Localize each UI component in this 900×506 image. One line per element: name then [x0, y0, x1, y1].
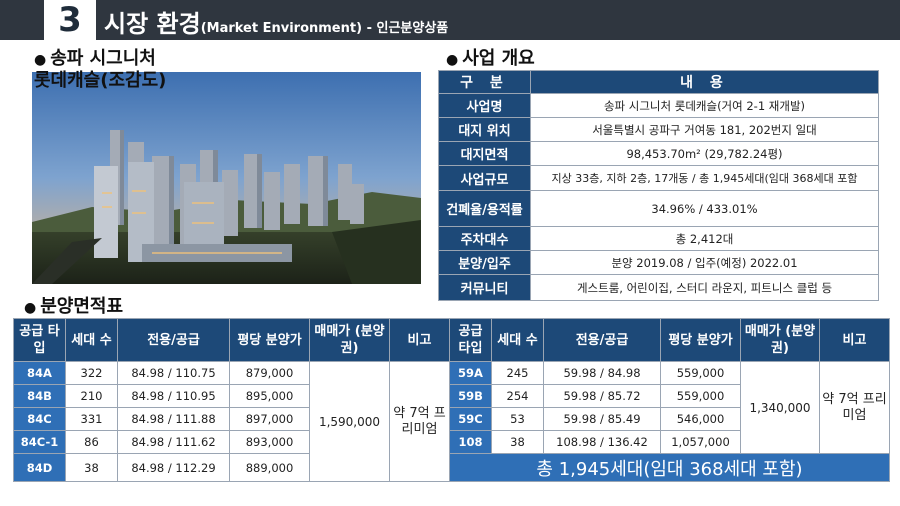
units-cell: 322 [65, 361, 118, 385]
units-cell: 254 [491, 384, 544, 408]
overview-header-content: 내 용 [530, 70, 879, 94]
price-cell: 895,000 [229, 384, 310, 408]
units-cell: 331 [65, 407, 118, 431]
units-cell: 245 [491, 361, 544, 385]
overview-header-category: 구 분 [438, 70, 531, 94]
overview-header-row: 구 분 내 용 [438, 70, 879, 94]
area-cell: 108.98 / 136.42 [543, 430, 661, 454]
header-price: 평당 분양가 [229, 318, 310, 362]
total-households-cell: 총 1,945세대(임대 368세대 포함) [449, 453, 890, 482]
overview-label: 사업명 [438, 93, 531, 118]
header-area: 전용/공급 [117, 318, 230, 362]
overview-title: 사업 개요 [462, 48, 535, 69]
area-cell: 59.98 / 85.72 [543, 384, 661, 408]
overview-value: 서울특별시 공파구 거여동 181, 202번지 일대 [530, 117, 879, 142]
units-cell: 53 [491, 407, 544, 431]
table-row: 84D 38 84.98 / 112.29 889,000 총 1,945세대(… [13, 453, 890, 482]
price-cell: 897,000 [229, 407, 310, 431]
overview-row: 사업명 송파 시그니처 롯데캐슬(거여 2-1 재개발) [438, 93, 879, 118]
premium-note-cell: 약 7억 프리미엄 [819, 361, 890, 454]
area-cell: 59.98 / 85.49 [543, 407, 661, 431]
overview-label: 대지 위치 [438, 117, 531, 142]
price-cell: 889,000 [229, 453, 310, 482]
type-cell: 108 [449, 430, 492, 454]
page-title-main: 시장 환경 [104, 10, 201, 38]
type-cell: 84A [13, 361, 66, 385]
overview-label: 커뮤니티 [438, 274, 531, 301]
overview-value: 송파 시그니처 롯데캐슬(거여 2-1 재개발) [530, 93, 879, 118]
area-cell: 84.98 / 111.88 [117, 407, 230, 431]
overview-row: 주차대수 총 2,412대 [438, 226, 879, 251]
title-bar: 3 시장 환경(Market Environment) - 인근분양상품 [0, 0, 900, 40]
units-cell: 38 [65, 453, 118, 482]
price-cell: 879,000 [229, 361, 310, 385]
page-title: 시장 환경(Market Environment) - 인근분양상품 [104, 4, 448, 39]
table-row: 84A 322 84.98 / 110.75 879,000 1,590,000… [13, 361, 890, 482]
header-price: 평당 분양가 [660, 318, 741, 362]
type-cell: 84C-1 [13, 430, 66, 454]
bullet-icon: ● [24, 300, 37, 316]
area-table: 공급 타입 세대 수 전용/공급 평당 분양가 매매가 (분양권) 비고 공급 … [13, 318, 890, 482]
overview-value: 98,453.70m² (29,782.24평) [530, 141, 879, 166]
overview-row: 대지면적 98,453.70m² (29,782.24평) [438, 141, 879, 166]
price-cell: 1,057,000 [660, 430, 741, 454]
area-header-row: 공급 타입 세대 수 전용/공급 평당 분양가 매매가 (분양권) 비고 공급 … [13, 318, 890, 362]
area-cell: 59.98 / 84.98 [543, 361, 661, 385]
overview-value: 지상 33층, 지하 2층, 17개동 / 총 1,945세대(임대 368세대… [530, 165, 879, 191]
overview-label: 분양/입주 [438, 250, 531, 275]
units-cell: 86 [65, 430, 118, 454]
overview-label: 사업규모 [438, 165, 531, 191]
overview-table: 구 분 내 용 사업명 송파 시그니처 롯데캐슬(거여 2-1 재개발) 대지 위… [438, 70, 879, 301]
units-cell: 38 [491, 430, 544, 454]
type-cell: 59C [449, 407, 492, 431]
area-cell: 84.98 / 112.29 [117, 453, 230, 482]
aerial-rendering-image [32, 72, 421, 284]
units-cell: 210 [65, 384, 118, 408]
price-cell: 893,000 [229, 430, 310, 454]
price-cell: 546,000 [660, 407, 741, 431]
overview-label: 대지면적 [438, 141, 531, 166]
price-cell: 559,000 [660, 361, 741, 385]
area-cell: 84.98 / 111.62 [117, 430, 230, 454]
area-cell: 84.98 / 110.95 [117, 384, 230, 408]
overview-value: 게스트룸, 어린이집, 스터디 라운지, 피트니스 클럽 등 [530, 274, 879, 301]
overview-row: 사업규모 지상 33층, 지하 2층, 17개동 / 총 1,945세대(임대 3… [438, 165, 879, 191]
header-sale: 매매가 (분양권) [740, 318, 820, 362]
overview-row: 건폐율/용적률 34.96% / 433.01% [438, 190, 879, 227]
overview-label: 주차대수 [438, 226, 531, 251]
type-cell: 84C [13, 407, 66, 431]
premium-note-cell: 약 7억 프리미엄 [389, 361, 450, 482]
area-table-heading: ● 분양면적표 [24, 292, 123, 318]
header-type: 공급 타입 [13, 318, 66, 362]
type-cell: 84B [13, 384, 66, 408]
type-cell: 84D [13, 453, 66, 482]
area-table-title: 분양면적표 [40, 296, 124, 317]
area-cell: 84.98 / 110.75 [117, 361, 230, 385]
sale-price-cell: 1,340,000 [740, 361, 820, 454]
header-area: 전용/공급 [543, 318, 661, 362]
header-units: 세대 수 [65, 318, 118, 362]
overview-row: 커뮤니티 게스트룸, 어린이집, 스터디 라운지, 피트니스 클럽 등 [438, 274, 879, 301]
section-number: 3 [44, 0, 96, 40]
overview-value: 34.96% / 433.01% [530, 190, 879, 227]
overview-value: 총 2,412대 [530, 226, 879, 251]
sale-price-cell: 1,590,000 [309, 361, 390, 482]
overview-row: 대지 위치 서울특별시 공파구 거여동 181, 202번지 일대 [438, 117, 879, 142]
price-cell: 559,000 [660, 384, 741, 408]
overview-row: 분양/입주 분양 2019.08 / 입주(예정) 2022.01 [438, 250, 879, 275]
overview-label: 건폐율/용적률 [438, 190, 531, 227]
header-sale: 매매가 (분양권) [309, 318, 390, 362]
type-cell: 59A [449, 361, 492, 385]
header-type: 공급 타입 [449, 318, 492, 362]
header-note: 비고 [389, 318, 450, 362]
page-subtitle: (Market Environment) - 인근분양상품 [200, 21, 449, 36]
header-note: 비고 [819, 318, 890, 362]
overview-value: 분양 2019.08 / 입주(예정) 2022.01 [530, 250, 879, 275]
photo-caption: 롯데캐슬(조감도) [34, 70, 167, 91]
type-cell: 59B [449, 384, 492, 408]
bullet-icon: ● [446, 52, 459, 68]
header-units: 세대 수 [491, 318, 544, 362]
overview-heading: ● 사업 개요 [446, 44, 535, 70]
